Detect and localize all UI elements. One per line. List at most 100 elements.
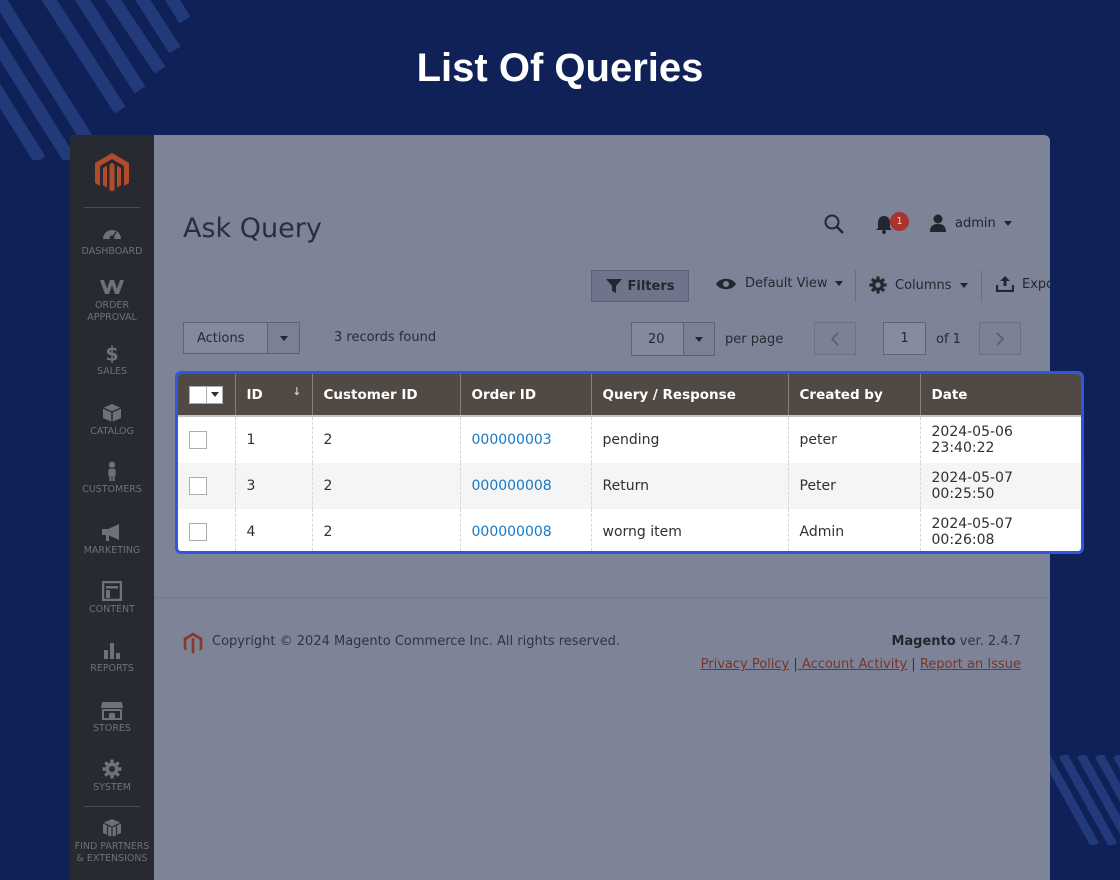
per-page-label: per page: [725, 332, 784, 347]
queries-table: ID ↓ Customer ID Order ID Query / Respons…: [178, 374, 1081, 551]
filters-button[interactable]: Filters: [591, 270, 689, 302]
next-page-button[interactable]: [979, 322, 1021, 355]
cell-id: 3: [235, 462, 313, 509]
cubes-icon: [102, 819, 122, 837]
link-separator: |: [911, 657, 916, 672]
user-name: admin: [955, 215, 996, 231]
cell-date: 2024-05-06 23:40:22: [931, 423, 1013, 456]
sidebar-item-label: STORES: [93, 723, 131, 734]
column-header-customer-id[interactable]: Customer ID: [312, 374, 461, 417]
previous-page-button[interactable]: [814, 322, 856, 355]
table-row[interactable]: 3 2 000000008 Return Peter 2024-05-07 00…: [178, 462, 1081, 509]
sidebar-item-sales[interactable]: $ SALES: [70, 343, 154, 378]
cell-query: Return: [591, 462, 789, 509]
cell-created-by: peter: [788, 416, 921, 463]
export-control[interactable]: Export: [996, 276, 1050, 292]
column-header-label: Query / Response: [602, 386, 736, 403]
filter-icon: [605, 279, 622, 293]
sort-arrow-icon: ↓: [292, 385, 302, 398]
sidebar-divider: [84, 806, 140, 807]
order-link[interactable]: 000000008: [472, 524, 552, 540]
columns-control[interactable]: Columns: [869, 276, 968, 294]
cell-order-id: 000000003: [460, 416, 592, 463]
chevron-down-icon: [1003, 220, 1012, 226]
version-text: Magento ver. 2.4.7: [891, 634, 1021, 649]
copyright-text: Copyright © 2024 Magento Commerce Inc. A…: [212, 634, 620, 649]
dashboard-icon: [103, 230, 121, 241]
sidebar-item-catalog[interactable]: CATALOG: [70, 403, 154, 438]
chevron-down-icon[interactable]: [207, 386, 222, 403]
dollar-icon: $: [105, 343, 118, 363]
sidebar-item-customers[interactable]: CUSTOMERS: [70, 461, 154, 496]
view-label: Default View: [745, 276, 828, 291]
sidebar-item-label: SALES: [96, 366, 128, 377]
cell-created-by: Peter: [788, 462, 921, 509]
sidebar-item-stores[interactable]: STORES: [70, 700, 154, 735]
table-row[interactable]: 4 2 000000008 worng item Admin 2024-05-0…: [178, 509, 1081, 551]
order-link[interactable]: 000000008: [472, 478, 552, 494]
sidebar-item-content[interactable]: CONTENT: [70, 581, 154, 616]
row-checkbox[interactable]: [189, 430, 207, 449]
version-number: ver. 2.4.7: [955, 634, 1021, 649]
privacy-policy-link[interactable]: Privacy Policy: [701, 657, 790, 672]
sidebar-divider: [84, 207, 140, 208]
bar-chart-icon: [104, 643, 120, 659]
chevron-down-icon: [683, 323, 714, 355]
filters-label: Filters: [627, 278, 675, 294]
mass-select-control[interactable]: [189, 385, 223, 404]
sidebar-item-label: SYSTEM: [93, 782, 131, 793]
actions-dropdown[interactable]: Actions: [183, 322, 300, 354]
sidebar-item-label: MARKETING: [83, 545, 141, 556]
row-checkbox[interactable]: [189, 476, 207, 495]
magento-logo[interactable]: [94, 152, 130, 192]
megaphone-icon: [102, 524, 119, 541]
sidebar-item-label: CONTENT: [89, 604, 135, 615]
sidebar-item-order-approval[interactable]: ORDER APPROVAL: [70, 277, 154, 324]
cell-customer-id: 2: [312, 509, 461, 551]
sidebar-item-label: DASHBOARD: [81, 246, 143, 257]
records-count: 3 records found: [334, 330, 437, 345]
sidebar-item-find-partners[interactable]: FIND PARTNERS & EXTENSIONS: [70, 818, 154, 865]
user-icon: [930, 214, 946, 232]
column-header-date[interactable]: Date: [920, 374, 1081, 417]
per-page-value: 20: [648, 332, 665, 347]
cell-order-id: 000000008: [460, 462, 592, 509]
hero-title: List Of Queries: [416, 46, 704, 90]
sidebar-item-reports[interactable]: REPORTS: [70, 640, 154, 675]
select-all-checkbox[interactable]: [190, 386, 207, 403]
table-row[interactable]: 1 2 000000003 pending peter 2024-05-06 2…: [178, 416, 1081, 463]
order-link[interactable]: 000000003: [472, 432, 552, 448]
cell-order-id: 000000008: [460, 509, 592, 551]
storefront-icon: [101, 702, 123, 720]
column-header-order-id[interactable]: Order ID: [460, 374, 592, 417]
column-header-label: Customer ID: [323, 386, 418, 403]
sidebar-item-system[interactable]: SYSTEM: [70, 759, 154, 794]
page-number-input[interactable]: 1: [883, 322, 926, 355]
chevron-right-icon: [996, 331, 1005, 346]
report-issue-link[interactable]: Report an Issue: [920, 657, 1021, 672]
user-menu[interactable]: admin: [929, 214, 1012, 232]
actions-label: Actions: [197, 331, 245, 346]
column-header-query[interactable]: Query / Response: [591, 374, 789, 417]
column-header-label: ID: [246, 386, 263, 403]
column-header-id[interactable]: ID ↓: [235, 374, 313, 417]
mass-select-header: [178, 374, 236, 417]
account-activity-link[interactable]: Account Activity: [798, 657, 907, 672]
search-icon[interactable]: [823, 213, 845, 235]
per-page-dropdown[interactable]: 20: [631, 322, 715, 356]
sidebar-item-dashboard[interactable]: DASHBOARD: [70, 223, 154, 258]
column-header-label: Date: [931, 386, 968, 403]
sidebar-item-label: ORDER APPROVAL: [87, 300, 137, 323]
cell-customer-id: 2: [312, 462, 461, 509]
row-checkbox[interactable]: [189, 523, 207, 542]
cell-id: 1: [235, 416, 313, 463]
toolbar-divider: [981, 270, 982, 302]
sidebar-item-label: CUSTOMERS: [82, 484, 142, 495]
column-header-created-by[interactable]: Created by: [788, 374, 921, 417]
eye-icon: [716, 278, 736, 289]
sidebar-item-marketing[interactable]: MARKETING: [70, 522, 154, 557]
footer-divider: [154, 597, 1050, 598]
notification-badge[interactable]: 1: [890, 212, 909, 231]
view-switcher[interactable]: Default View: [715, 276, 844, 291]
sidebar-item-label: FIND PARTNERS & EXTENSIONS: [74, 841, 150, 864]
